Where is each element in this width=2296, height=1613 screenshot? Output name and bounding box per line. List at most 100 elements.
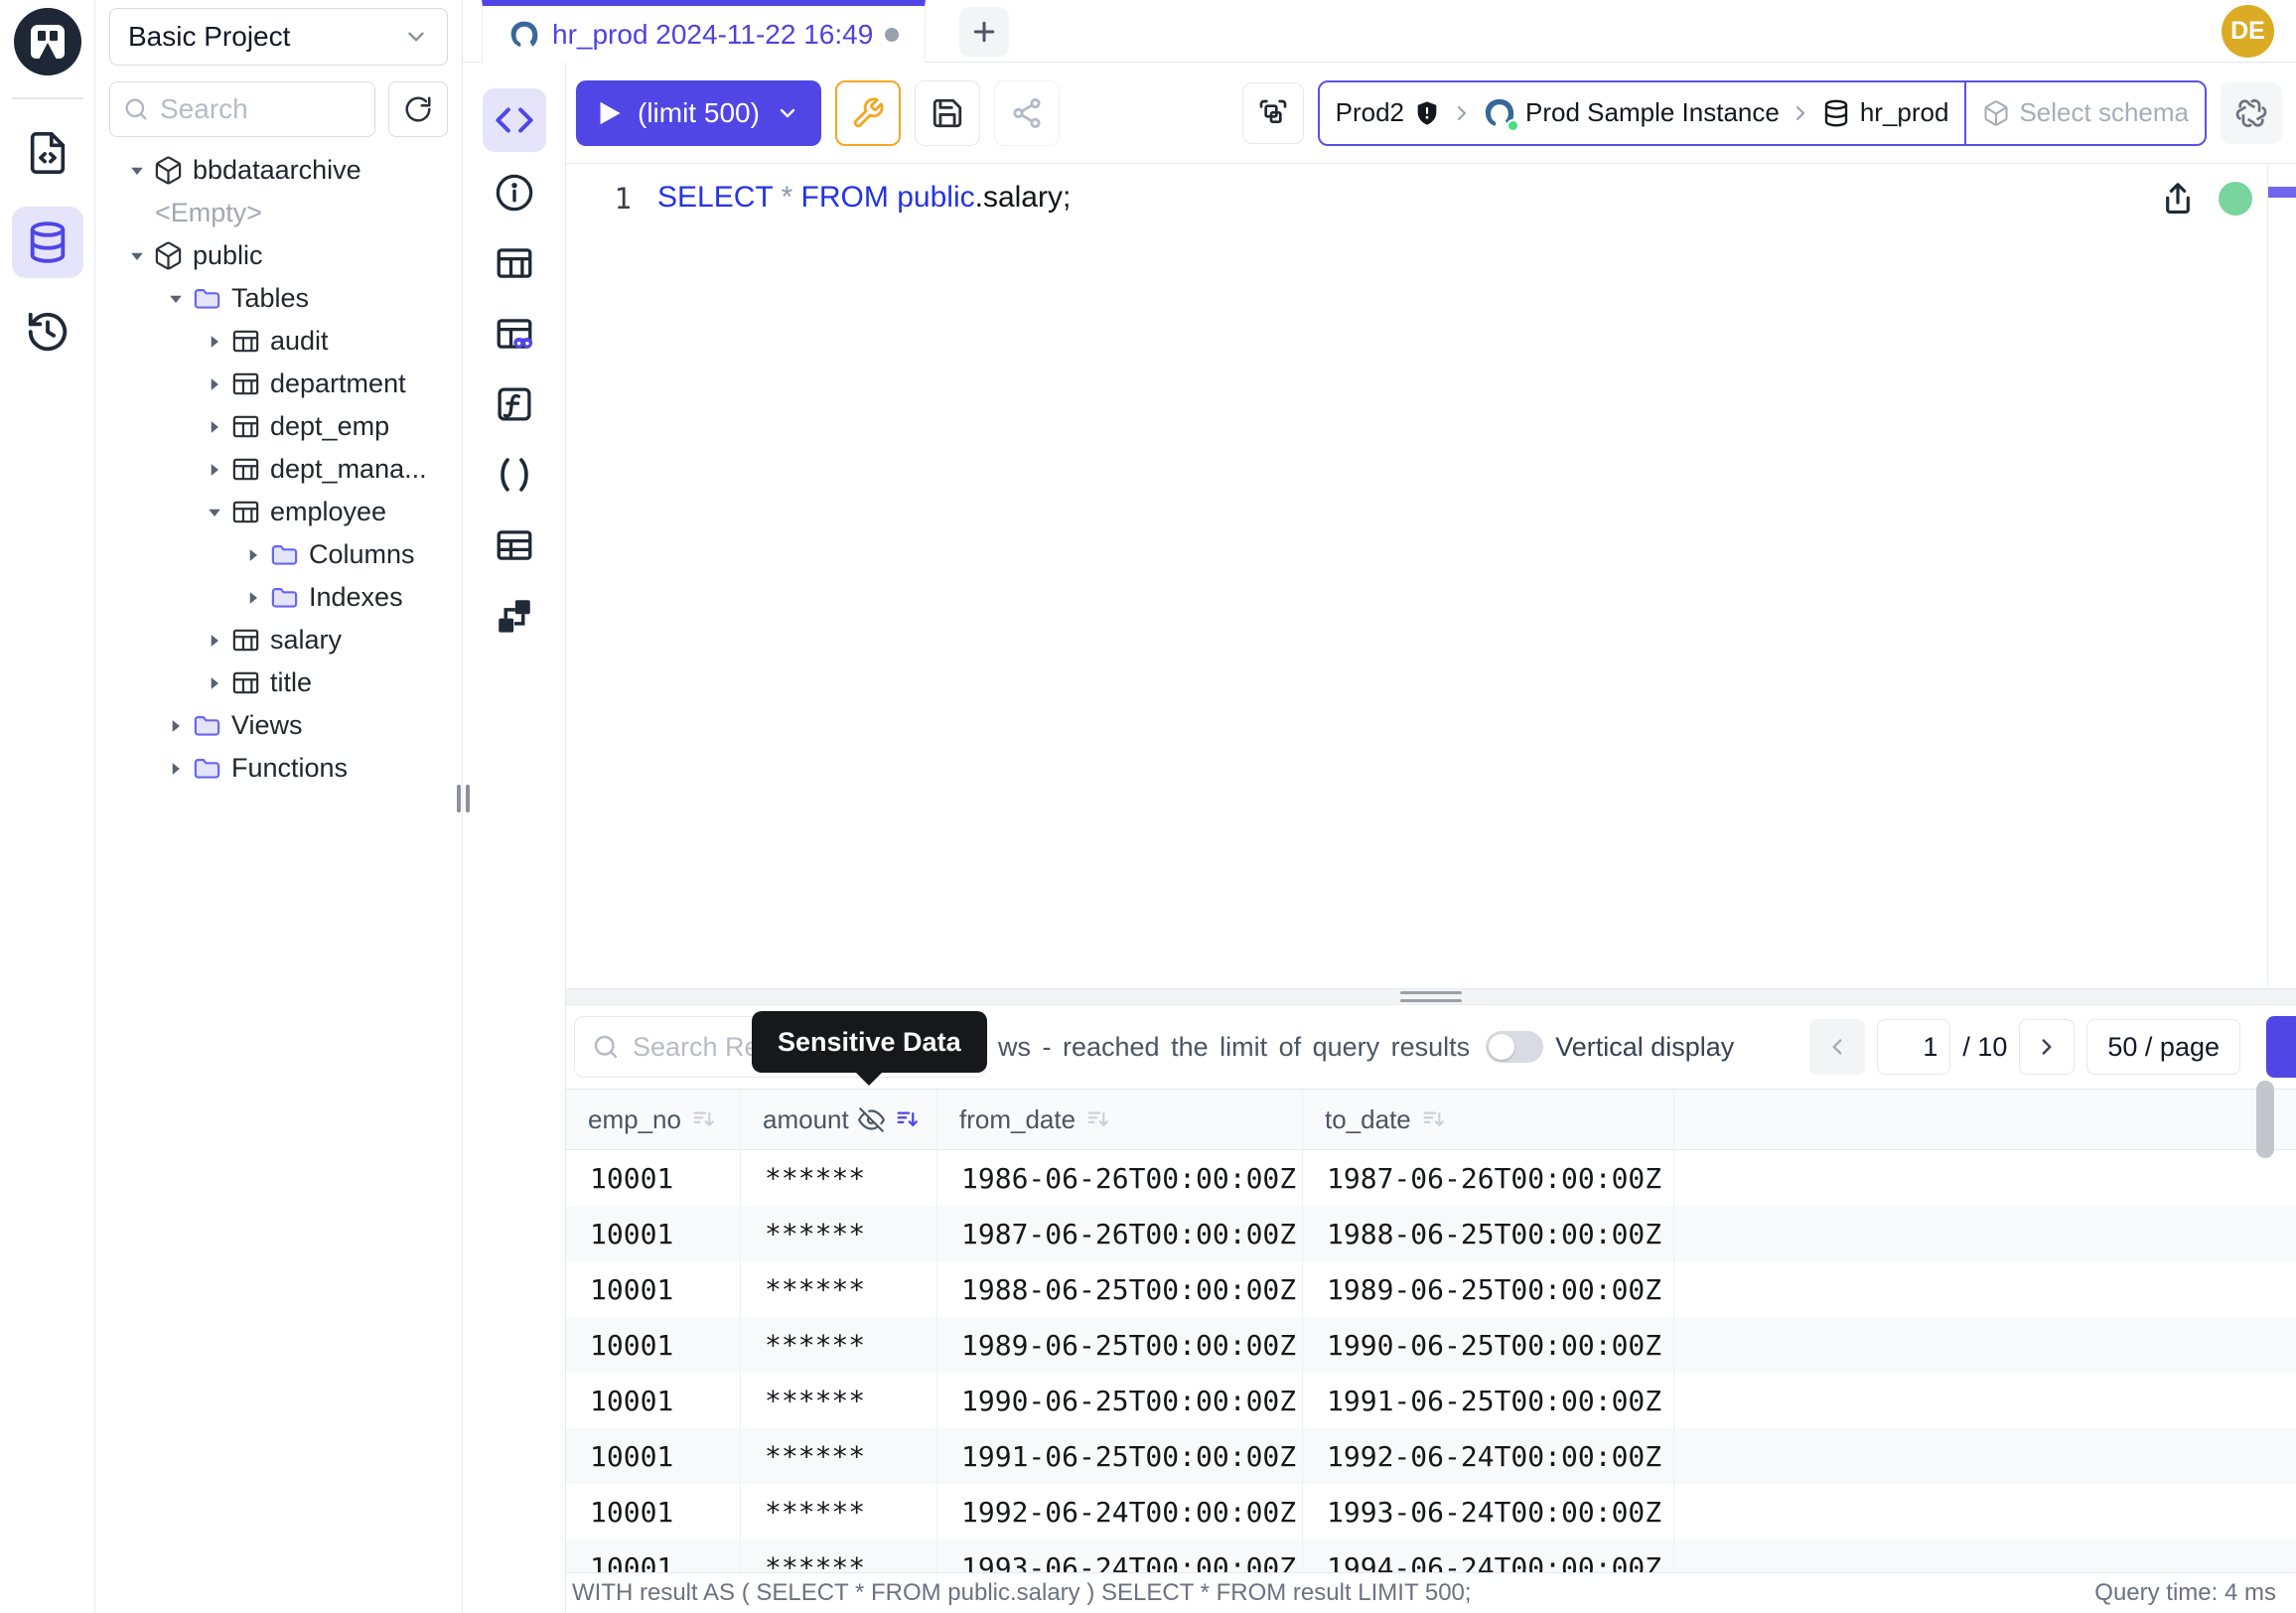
rail-database-button[interactable] bbox=[12, 207, 83, 278]
share-button[interactable] bbox=[994, 80, 1060, 146]
panel-splitter[interactable] bbox=[566, 988, 2296, 1005]
result-row[interactable]: 10001******1992-06-24T00:00:00Z1993-06-2… bbox=[566, 1484, 2296, 1540]
strip-info-button[interactable] bbox=[490, 168, 539, 218]
package-icon bbox=[153, 155, 191, 186]
column-header-from_date[interactable]: from_date bbox=[937, 1090, 1303, 1149]
strip-table-list-button[interactable] bbox=[490, 238, 539, 288]
rail-sheet-button[interactable] bbox=[12, 117, 83, 189]
sql-editor[interactable]: 1 SELECT * FROM public.salary; bbox=[566, 164, 2296, 988]
bytebase-logo-icon[interactable] bbox=[14, 8, 81, 75]
cell-amount: ****** bbox=[741, 1317, 937, 1373]
prev-page-button[interactable] bbox=[1809, 1019, 1865, 1075]
caret-right-icon[interactable] bbox=[199, 420, 230, 434]
column-header-to_date[interactable]: to_date bbox=[1303, 1090, 1674, 1149]
tree-item-salary[interactable]: salary bbox=[109, 619, 448, 661]
cell-to_date: 1989-06-25T00:00:00Z bbox=[1303, 1261, 1674, 1317]
sort-icon[interactable] bbox=[894, 1105, 922, 1133]
project-select[interactable]: Basic Project bbox=[109, 8, 448, 66]
refresh-button[interactable] bbox=[388, 81, 448, 137]
caret-right-icon[interactable] bbox=[199, 634, 230, 648]
result-row[interactable]: 10001******1990-06-25T00:00:00Z1991-06-2… bbox=[566, 1373, 2296, 1428]
sidebar-search[interactable] bbox=[109, 81, 375, 137]
tree-item-functions[interactable]: Functions bbox=[109, 747, 448, 790]
caret-down-icon[interactable] bbox=[121, 251, 153, 261]
export-button[interactable] bbox=[2266, 1016, 2296, 1078]
upload-sql-button[interactable] bbox=[2159, 180, 2197, 218]
result-row[interactable]: 10001******1987-06-26T00:00:00Z1988-06-2… bbox=[566, 1206, 2296, 1261]
editor-scrollbar-thumb[interactable] bbox=[2268, 187, 2296, 198]
rail-buttons bbox=[12, 117, 83, 385]
tree-item-public[interactable]: public bbox=[109, 234, 448, 277]
new-tab-button[interactable] bbox=[959, 7, 1009, 57]
sort-icon[interactable] bbox=[1084, 1105, 1112, 1133]
page-number-input[interactable] bbox=[1877, 1019, 1950, 1075]
result-row[interactable]: 10001******1993-06-24T00:00:00Z1994-06-2… bbox=[566, 1540, 2296, 1572]
rail-divider bbox=[12, 97, 83, 99]
connection-breadcrumb[interactable]: Prod2 Prod Sample Instance bbox=[1318, 80, 2207, 146]
tree-item-dept-emp[interactable]: dept_emp bbox=[109, 405, 448, 448]
column-header-amount[interactable]: amount bbox=[741, 1090, 937, 1149]
rail-history-button[interactable] bbox=[12, 296, 83, 367]
strip-procedure-button[interactable] bbox=[490, 450, 539, 500]
caret-right-icon[interactable] bbox=[160, 719, 192, 733]
sidebar-resize-handle[interactable] bbox=[457, 785, 470, 812]
strip-sensitive-table-button[interactable] bbox=[490, 309, 539, 359]
strip-external-table-button[interactable] bbox=[490, 520, 539, 570]
table-icon bbox=[230, 326, 268, 357]
tree-item-tables[interactable]: Tables bbox=[109, 277, 448, 320]
shield-icon bbox=[1413, 99, 1441, 127]
tree-item-label: Indexes bbox=[309, 582, 403, 613]
vertical-display-toggle[interactable] bbox=[1486, 1031, 1543, 1063]
batch-query-button[interactable] bbox=[1242, 82, 1304, 144]
ai-assistant-button[interactable] bbox=[2221, 82, 2282, 144]
strip-function-button[interactable] bbox=[490, 379, 539, 429]
results-scrollbar-thumb[interactable] bbox=[2256, 1081, 2274, 1158]
caret-right-icon[interactable] bbox=[237, 591, 269, 605]
result-row[interactable]: 10001******1986-06-26T00:00:00Z1987-06-2… bbox=[566, 1150, 2296, 1206]
caret-down-icon[interactable] bbox=[121, 166, 153, 176]
page-size-select[interactable]: 50 / page bbox=[2086, 1019, 2240, 1075]
tree-item-employee[interactable]: employee bbox=[109, 491, 448, 533]
column-header-emp_no[interactable]: emp_no bbox=[566, 1090, 741, 1149]
caret-right-icon[interactable] bbox=[199, 463, 230, 477]
schema-select[interactable]: Select schema bbox=[1964, 82, 2205, 144]
tree-item-audit[interactable]: audit bbox=[109, 320, 448, 363]
code-token-schema: public bbox=[897, 181, 974, 214]
worksheet-tab[interactable]: hr_prod 2024-11-22 16:49 bbox=[482, 0, 926, 63]
tree-item-title[interactable]: title bbox=[109, 661, 448, 704]
tree-item-empty[interactable]: <Empty> bbox=[109, 192, 448, 234]
column-label: to_date bbox=[1325, 1104, 1411, 1135]
next-page-button[interactable] bbox=[2019, 1019, 2075, 1075]
tree-item-columns[interactable]: Columns bbox=[109, 533, 448, 576]
result-row[interactable]: 10001******1991-06-25T00:00:00Z1992-06-2… bbox=[566, 1428, 2296, 1484]
caret-right-icon[interactable] bbox=[199, 676, 230, 690]
user-avatar[interactable]: DE bbox=[2222, 5, 2274, 58]
run-query-button[interactable]: (limit 500) bbox=[576, 80, 821, 146]
tree-item-department[interactable]: department bbox=[109, 363, 448, 405]
caret-right-icon[interactable] bbox=[199, 335, 230, 349]
result-row[interactable]: 10001******1988-06-25T00:00:00Z1989-06-2… bbox=[566, 1261, 2296, 1317]
editor-scrollbar-track bbox=[2267, 164, 2268, 988]
sidebar-search-input[interactable] bbox=[160, 93, 362, 125]
tree-item-indexes[interactable]: Indexes bbox=[109, 576, 448, 619]
save-button[interactable] bbox=[915, 80, 980, 146]
sort-icon[interactable] bbox=[690, 1105, 718, 1133]
tree-item-views[interactable]: Views bbox=[109, 704, 448, 747]
cell-from_date: 1991-06-25T00:00:00Z bbox=[937, 1428, 1303, 1484]
connection-context[interactable]: Prod2 Prod Sample Instance bbox=[1320, 82, 1965, 144]
result-row[interactable]: 10001******1989-06-25T00:00:00Z1990-06-2… bbox=[566, 1317, 2296, 1373]
tree-item-bbdataarchive[interactable]: bbdataarchive bbox=[109, 149, 448, 192]
caret-down-icon[interactable] bbox=[160, 294, 192, 304]
caret-right-icon[interactable] bbox=[237, 548, 269, 562]
caret-right-icon[interactable] bbox=[199, 377, 230, 391]
strip-code-button[interactable] bbox=[483, 88, 546, 152]
strip-schema-diagram-button[interactable] bbox=[490, 591, 539, 641]
table-list-icon bbox=[494, 242, 535, 284]
caret-down-icon[interactable] bbox=[199, 508, 230, 517]
sort-icon[interactable] bbox=[1420, 1105, 1448, 1133]
query-options-button[interactable] bbox=[835, 80, 901, 146]
table-icon bbox=[230, 368, 268, 399]
results-panel: ws - reached the limit of query results … bbox=[566, 1005, 2296, 1572]
tree-item-dept-mana[interactable]: dept_mana... bbox=[109, 448, 448, 491]
caret-right-icon[interactable] bbox=[160, 762, 192, 776]
